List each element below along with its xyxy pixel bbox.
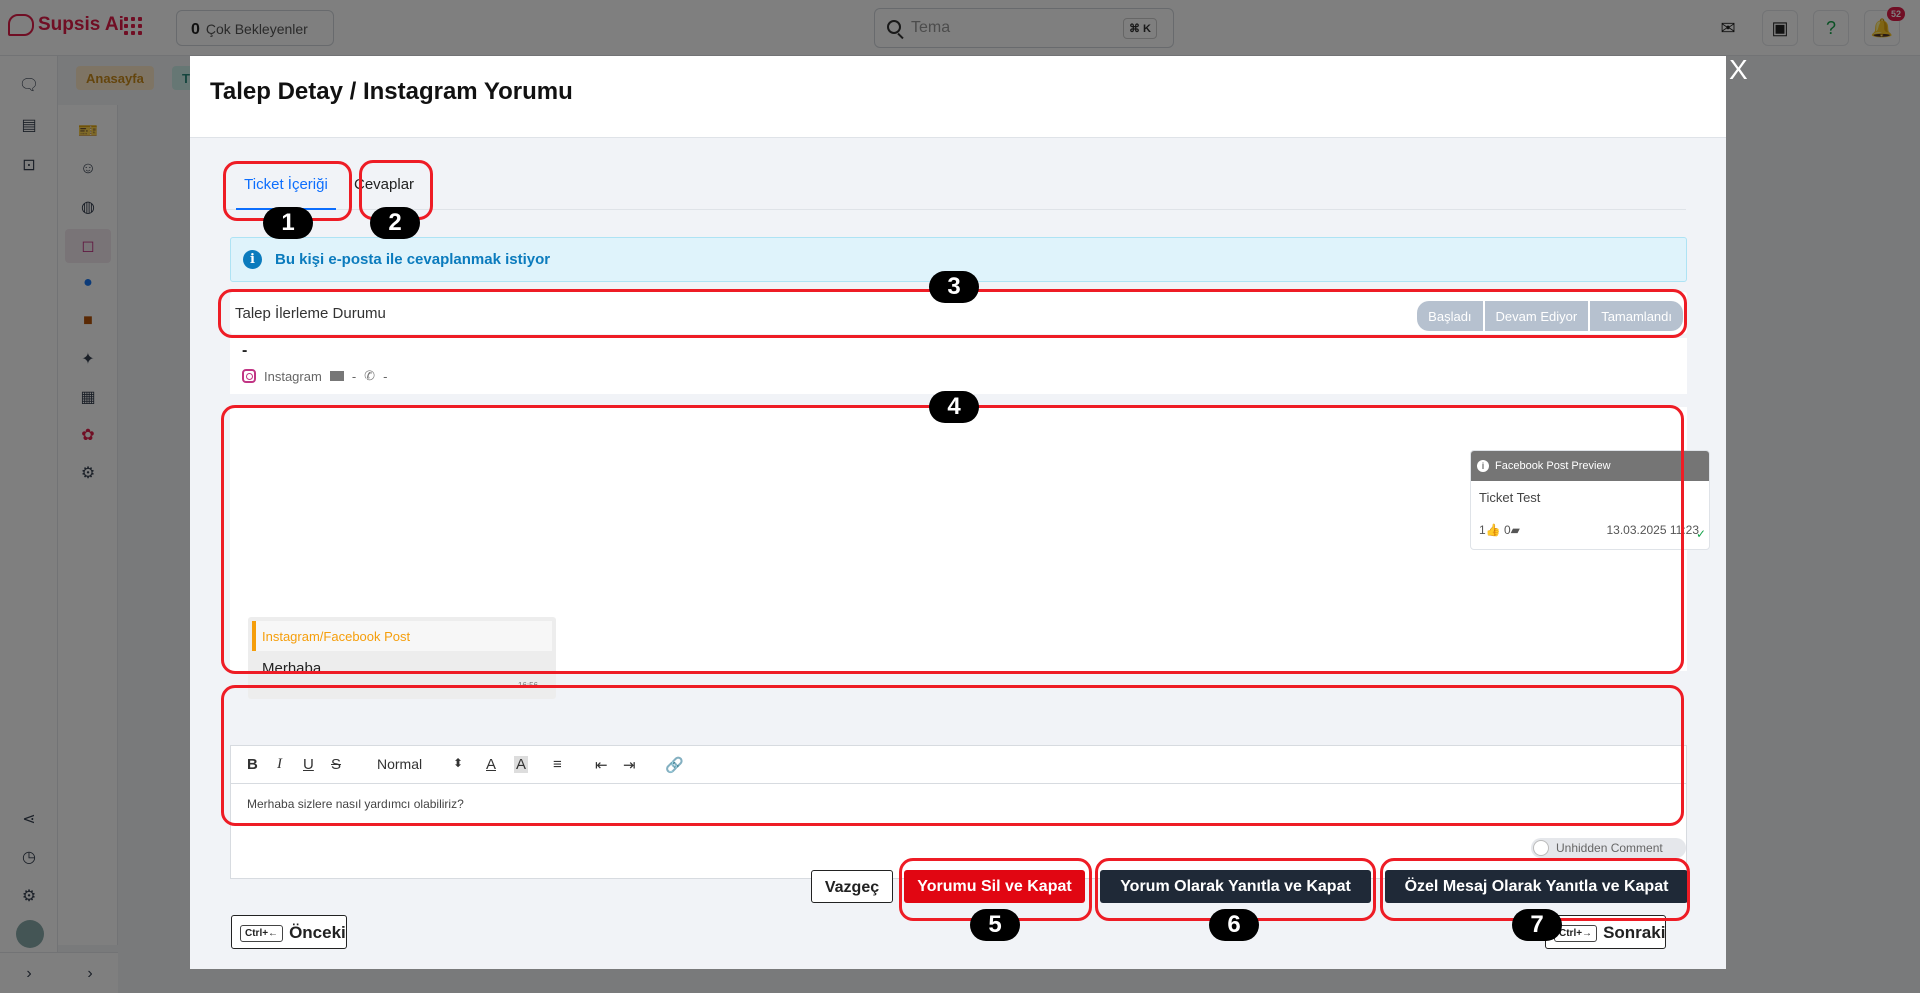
next-label: Sonraki bbox=[1603, 923, 1666, 942]
annotation-number: 6 bbox=[1209, 909, 1259, 941]
customer-info: - Instagram - ✆ - bbox=[230, 338, 1687, 394]
annotation-number: 1 bbox=[263, 207, 313, 239]
unhidden-comment-toggle[interactable]: Unhidden Comment bbox=[1531, 838, 1686, 858]
mail-icon bbox=[329, 371, 344, 381]
annotation-number: 4 bbox=[929, 391, 979, 423]
annotation-number: 5 bbox=[970, 909, 1020, 941]
annotation-number: 7 bbox=[1512, 909, 1562, 941]
modal-header: Talep Detay / Instagram Yorumu bbox=[190, 56, 1726, 138]
cancel-button[interactable]: Vazgeç bbox=[811, 870, 893, 903]
modal-title: Talep Detay / Instagram Yorumu bbox=[210, 78, 573, 105]
close-icon[interactable]: X bbox=[1729, 56, 1748, 84]
previous-label: Önceki bbox=[289, 923, 346, 942]
annotation-number: 3 bbox=[929, 271, 979, 303]
toggle-knob bbox=[1533, 840, 1549, 856]
instagram-icon bbox=[242, 369, 256, 383]
check-icon: ✓ bbox=[1695, 527, 1706, 541]
info-text: Bu kişi e-posta ile cevaplanmak istiyor bbox=[275, 251, 551, 268]
customer-name: - bbox=[242, 342, 248, 359]
highlight-editor bbox=[221, 685, 1684, 826]
previous-shortcut: Ctrl+← bbox=[240, 925, 284, 942]
phone-icon: ✆ bbox=[364, 368, 376, 383]
customer-phone: - bbox=[383, 368, 388, 384]
highlight-conversation bbox=[221, 405, 1684, 674]
customer-meta: Instagram - ✆ - bbox=[242, 368, 387, 384]
toggle-label: Unhidden Comment bbox=[1556, 841, 1663, 855]
annotation-number: 2 bbox=[370, 207, 420, 239]
previous-button[interactable]: Ctrl+← Önceki bbox=[231, 915, 347, 949]
tab-bar: Ticket İçeriği Cevaplar bbox=[226, 164, 1686, 210]
customer-email: - bbox=[351, 368, 357, 384]
customer-channel: Instagram bbox=[264, 368, 322, 384]
info-icon: i bbox=[243, 250, 262, 269]
